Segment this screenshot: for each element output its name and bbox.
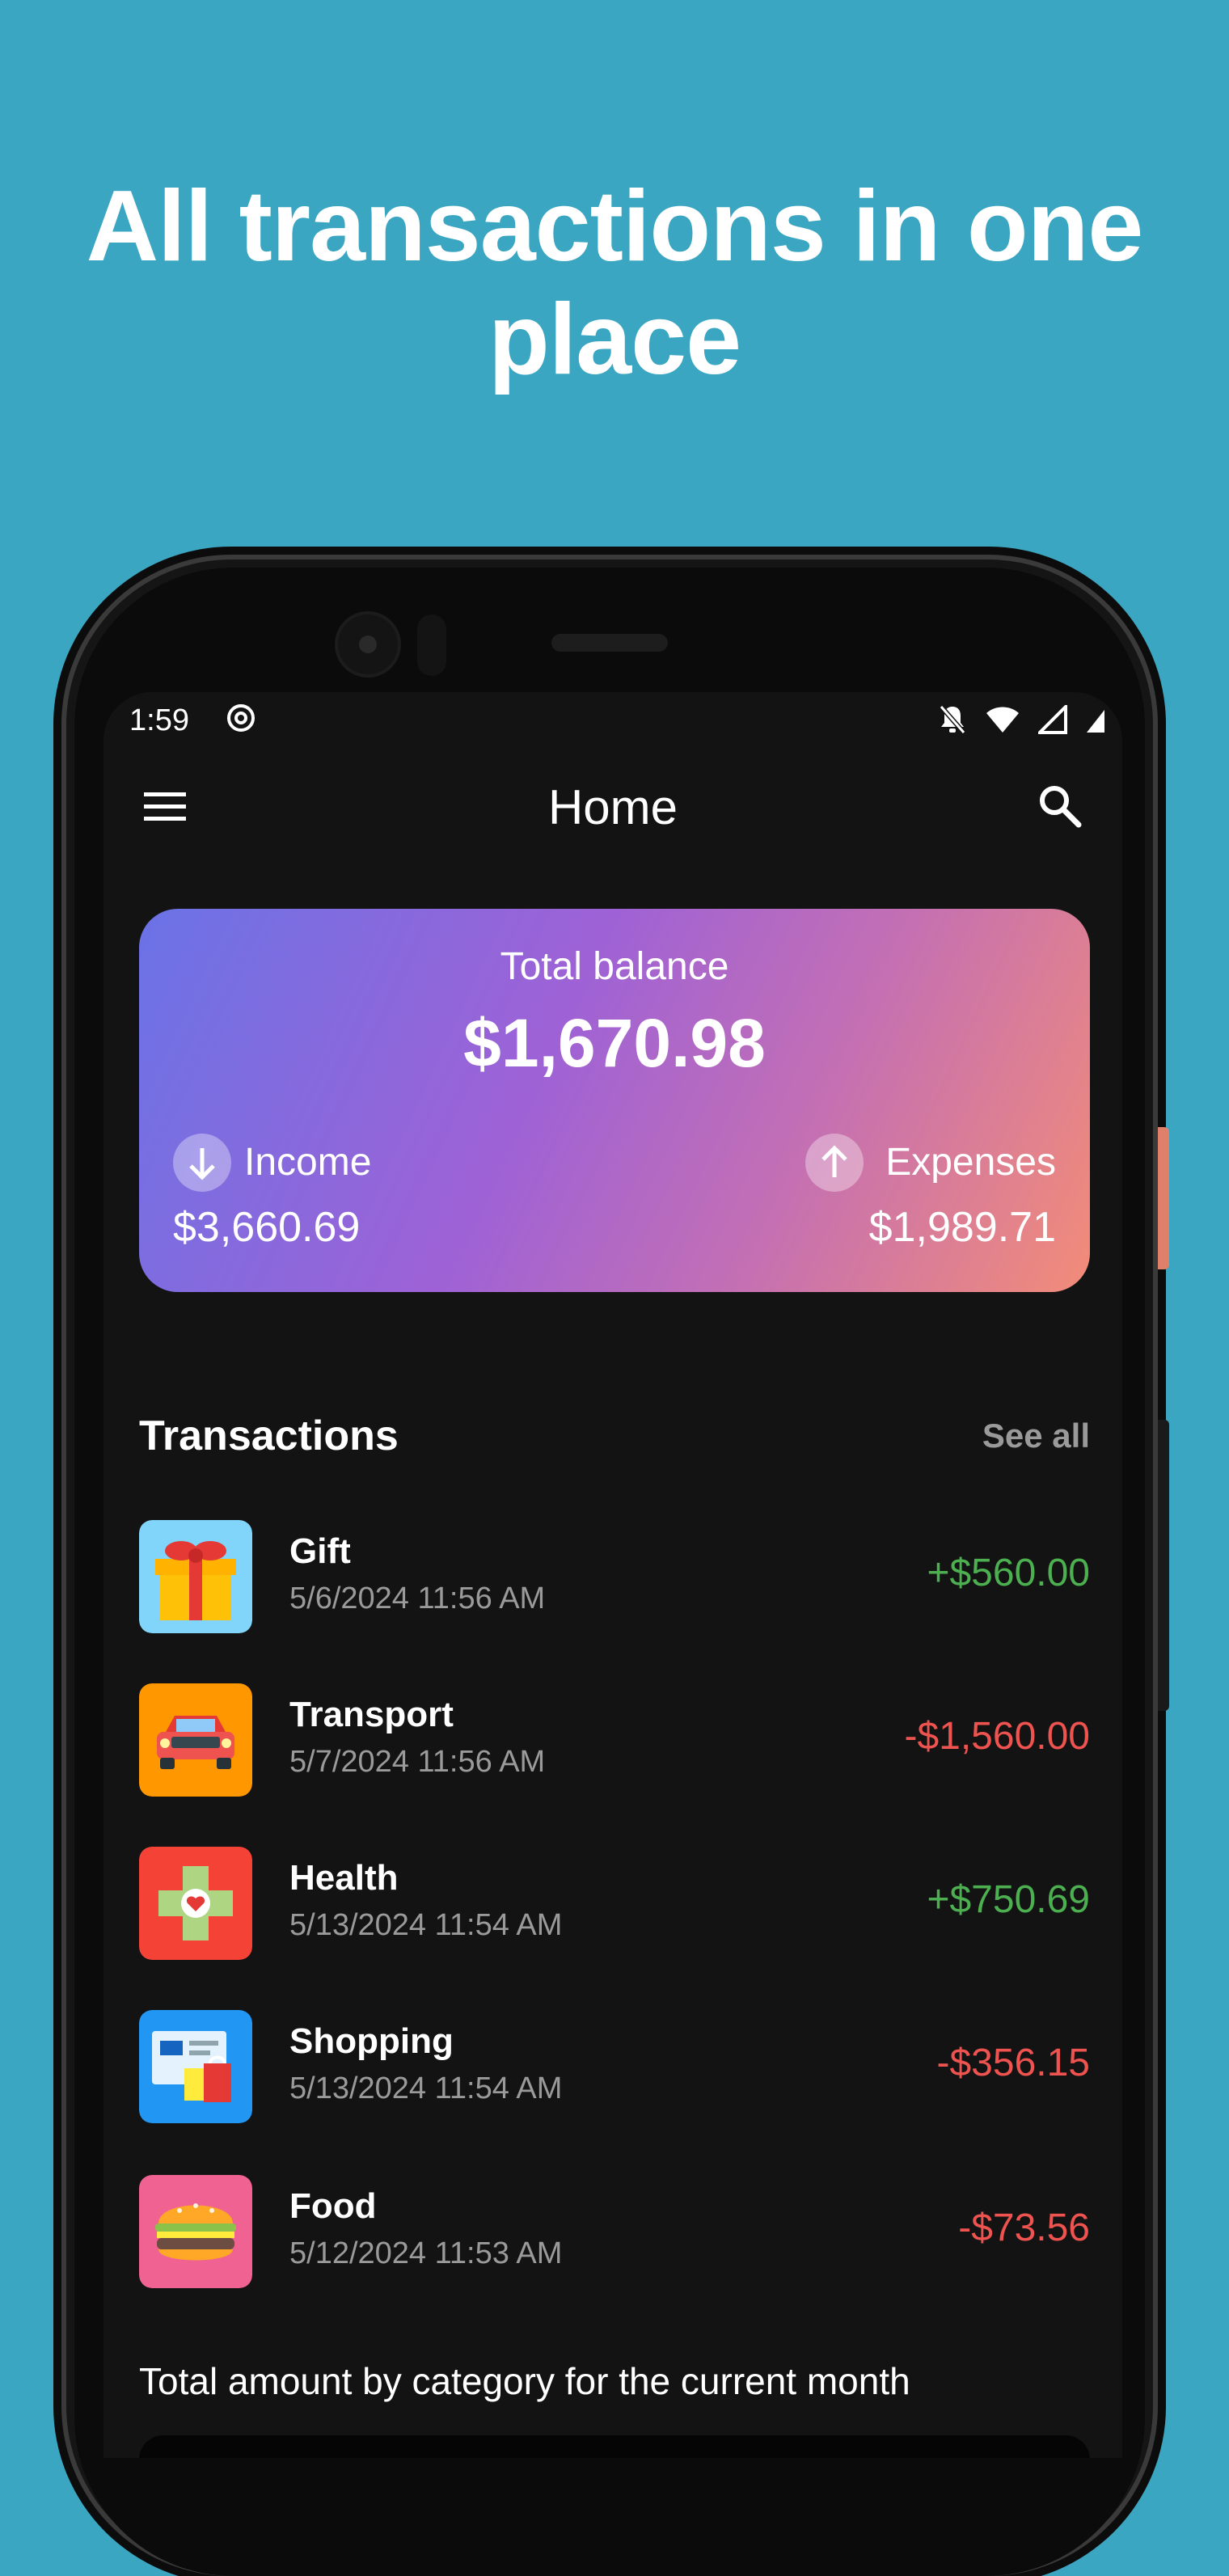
transaction-date: 5/6/2024 11:56 AM [289,1581,546,1615]
transaction-name: Health [289,1858,399,1898]
total-balance-value: $1,670.98 [463,1005,766,1081]
status-bar: 1:59 [103,692,1122,749]
headline-line-2: place [488,284,741,395]
transaction-amount: -$1,560.00 [904,1715,1090,1758]
income-label: Income [244,1141,372,1184]
battery-icon [1087,710,1104,733]
transaction-name: Transport [289,1695,454,1734]
transaction-amount: +$750.69 [927,1878,1090,1921]
status-icons [938,703,1106,736]
power-button [1158,1127,1169,1269]
health-cross-icon [139,1847,252,1960]
total-balance-label: Total balance [500,945,729,988]
proximity-sensor [417,614,446,676]
category-summary-title: Total amount by category for the current… [139,2360,910,2402]
notifications-off-icon [939,705,966,734]
transaction-item-gift[interactable]: Gift 5/6/2024 11:56 AM +$560.00 [139,1520,1090,1633]
earpiece-speaker [551,634,668,652]
expenses-value: $1,989.71 [868,1204,1056,1251]
transaction-name: Food [289,2186,377,2226]
app-screen: 1:59 Home Total balance $1,670.98 Income… [103,692,1122,2458]
transaction-item-health[interactable]: Health 5/13/2024 11:54 AM +$750.69 [139,1847,1090,1960]
front-camera [338,614,398,674]
search-icon[interactable] [1035,781,1083,830]
gift-icon [139,1520,252,1633]
transactions-title: Transactions [139,1413,399,1459]
at-sign-icon [227,704,255,732]
see-all-link[interactable]: See all [982,1417,1090,1455]
volume-button [1158,1420,1169,1711]
arrow-up-icon [805,1134,864,1192]
transaction-amount: -$73.56 [958,2206,1090,2249]
balance-card: Total balance $1,670.98 Income $3,660.69… [139,909,1090,1292]
income-value: $3,660.69 [173,1204,361,1251]
headline-line-1: All transactions in one [86,171,1144,282]
transaction-name: Gift [289,1531,351,1571]
arrow-down-icon [173,1134,231,1192]
page-title: Home [547,780,678,834]
app-bar: Home [103,749,1122,862]
headline: All transactions in one place [0,170,1229,396]
transaction-date: 5/13/2024 11:54 AM [289,2071,563,2105]
expenses-label: Expenses [885,1141,1056,1184]
transaction-date: 5/13/2024 11:54 AM [289,1908,563,1942]
transaction-item-transport[interactable]: Transport 5/7/2024 11:56 AM -$1,560.00 [139,1683,1090,1797]
transaction-amount: +$560.00 [927,1552,1090,1594]
signal-icon [1038,705,1067,734]
category-chart-container [139,2435,1090,2458]
transaction-name: Shopping [289,2021,454,2061]
transaction-item-food[interactable]: Food 5/12/2024 11:53 AM -$73.56 [139,2175,1090,2288]
transaction-item-shopping[interactable]: Shopping 5/13/2024 11:54 AM -$356.15 [139,2010,1090,2123]
burger-icon [139,2175,252,2288]
transaction-date: 5/12/2024 11:53 AM [289,2236,563,2270]
shopping-icon [139,2010,252,2123]
car-icon [139,1683,252,1797]
status-time: 1:59 [129,703,189,737]
transaction-date: 5/7/2024 11:56 AM [289,1745,546,1779]
transaction-amount: -$356.15 [936,2042,1091,2084]
wifi-icon [986,707,1019,733]
